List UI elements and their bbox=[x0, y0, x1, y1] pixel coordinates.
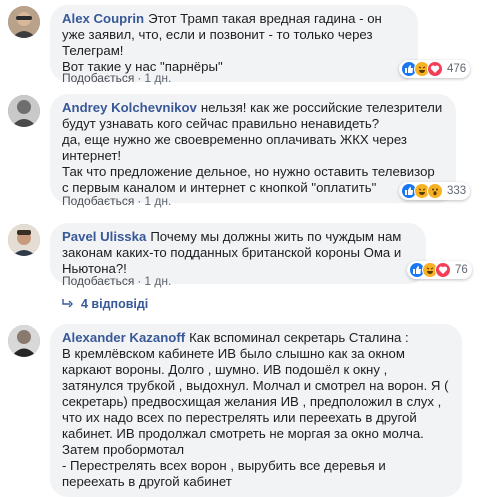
comment-time[interactable]: 1 дн. bbox=[144, 194, 171, 208]
comment-actions: Подобається · 1 дн. bbox=[62, 194, 171, 208]
avatar[interactable] bbox=[8, 95, 40, 127]
avatar[interactable] bbox=[8, 325, 40, 357]
comment-actions: Подобається · 1 дн. bbox=[62, 71, 171, 85]
comment-time[interactable]: 1 дн. bbox=[144, 274, 171, 288]
comment-author[interactable]: Andrey Kolchevnikov bbox=[62, 100, 197, 115]
comment-bubble: Andrey Kolchevnikov нельзя! как же россий… bbox=[50, 94, 456, 203]
reaction-count: 476 bbox=[447, 63, 467, 75]
love-icon bbox=[427, 61, 443, 77]
wow-icon bbox=[427, 183, 443, 199]
love-icon bbox=[435, 262, 451, 278]
separator-dot: · bbox=[137, 194, 142, 208]
comment-author[interactable]: Alex Couprin bbox=[62, 11, 144, 26]
separator-dot: · bbox=[137, 71, 142, 85]
comment-time[interactable]: 1 дн. bbox=[144, 71, 171, 85]
reaction-summary[interactable]: 333 bbox=[399, 182, 471, 200]
avatar[interactable] bbox=[8, 6, 40, 38]
comment-bubble: Alexander Kazanoff Как вспоминал секретар… bbox=[50, 324, 462, 497]
comment-text: Как вспоминал секретарь Сталина : В крем… bbox=[62, 330, 449, 489]
reaction-summary[interactable]: 76 bbox=[407, 261, 472, 279]
reaction-count: 76 bbox=[455, 264, 468, 276]
replies-label[interactable]: 4 відповіді bbox=[81, 297, 148, 311]
like-link[interactable]: Подобається bbox=[62, 274, 134, 288]
reply-arrow-icon bbox=[62, 297, 73, 311]
like-link[interactable]: Подобається bbox=[62, 194, 134, 208]
comment-author[interactable]: Alexander Kazanoff bbox=[62, 330, 185, 345]
view-replies-link[interactable]: 4 відповіді bbox=[62, 297, 148, 311]
reaction-summary[interactable]: 476 bbox=[399, 60, 471, 78]
comment-thread: Alex Couprin Этот Трамп такая вредная гад… bbox=[0, 0, 493, 497]
comment-author[interactable]: Pavel Ulisska bbox=[62, 229, 146, 244]
separator-dot: · bbox=[137, 274, 142, 288]
like-link[interactable]: Подобається bbox=[62, 71, 134, 85]
avatar[interactable] bbox=[8, 224, 40, 256]
comment-actions: Подобається · 1 дн. bbox=[62, 274, 171, 288]
reaction-count: 333 bbox=[447, 185, 467, 197]
